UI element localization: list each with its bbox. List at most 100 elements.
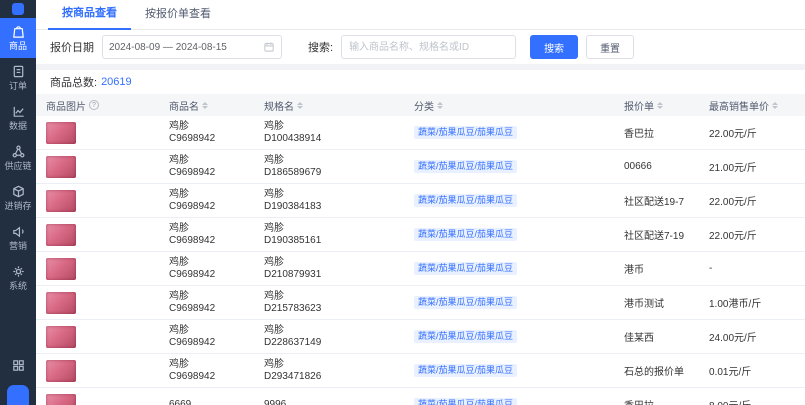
product-image[interactable] — [46, 121, 76, 144]
product-code: C9698942 — [169, 336, 216, 348]
max-price-cell: 22.00元/斤 — [709, 129, 757, 140]
quote-sheet-cell: 社区配送7-19 — [624, 231, 685, 242]
reset-button[interactable]: 重置 — [586, 35, 635, 59]
col-label: 规格名 — [264, 101, 294, 113]
product-code: C9698942 — [169, 370, 216, 382]
spec-name-cell: 鸡胗 D186589679 — [256, 155, 406, 179]
summary-bar: 商品总数: 20619 — [36, 70, 805, 94]
spec-name: 鸡胗 — [264, 256, 284, 268]
product-image[interactable] — [46, 155, 76, 178]
max-price-cell: 21.00元/斤 — [709, 163, 757, 174]
table-row[interactable]: 鸡胗 C9698942 鸡胗 D228637149 蔬菜/茄果瓜豆/茄果瓜豆 佳… — [36, 320, 805, 354]
table-row[interactable]: 鸡胗 C9698942 鸡胗 D215783623 蔬菜/茄果瓜豆/茄果瓜豆 港… — [36, 286, 805, 320]
max-price-cell: - — [709, 263, 713, 274]
product-code: C9698942 — [169, 234, 216, 246]
table-row[interactable]: 鸡胗 C9698942 鸡胗 D293471826 蔬菜/茄果瓜豆/茄果瓜豆 石… — [36, 354, 805, 388]
search-input[interactable] — [341, 35, 517, 59]
tab-by-quote[interactable]: 按报价单查看 — [131, 5, 225, 29]
sidebar-item-products[interactable]: 商品 — [0, 18, 36, 58]
sort-caret-icon[interactable] — [772, 101, 778, 109]
sidebar-item-supply-chain[interactable]: 供应链 — [0, 138, 36, 178]
date-range-input[interactable]: 2024-08-09 — 2024-08-15 — [102, 35, 282, 59]
product-image[interactable] — [46, 359, 76, 382]
product-name: 鸡胗 — [169, 256, 189, 268]
table-row[interactable]: 鸡胗 C9698942 鸡胗 D210879931 蔬菜/茄果瓜豆/茄果瓜豆 港… — [36, 252, 805, 286]
table-row[interactable]: 鸡胗 C9698942 鸡胗 D186589679 蔬菜/茄果瓜豆/茄果瓜豆 0… — [36, 150, 805, 184]
spec-name-cell: 鸡胗 D190384183 — [256, 189, 406, 213]
product-image-cell — [36, 257, 161, 280]
category-cell: 蔬菜/茄果瓜豆/茄果瓜豆 — [406, 194, 616, 207]
spec-name: 鸡胗 — [264, 188, 284, 200]
app-grid-icon — [11, 358, 26, 373]
search-label: 搜索: — [308, 42, 334, 54]
product-code: C9698942 — [169, 268, 216, 280]
app-root: 商品 订单 数据 供应链 进销存 营销 系统 按商品查看 按报价单查看 报价日期… — [0, 0, 805, 405]
floating-action-button[interactable] — [7, 385, 29, 405]
spec-name: 鸡胗 — [264, 222, 284, 234]
spec-name: 鸡胗 — [264, 358, 284, 370]
quote-sheet-cell: 社区配送19-7 — [624, 197, 685, 208]
col-label: 商品名 — [169, 101, 199, 113]
col-product-name: 商品名 — [161, 98, 256, 113]
product-image-cell — [36, 155, 161, 178]
sidebar-item-inventory[interactable]: 进销存 — [0, 178, 36, 218]
product-name: 6669 — [169, 398, 192, 405]
product-name-cell: 6669 — [161, 399, 256, 405]
sort-caret-icon[interactable] — [437, 101, 443, 109]
col-spec-name: 规格名 — [256, 98, 406, 113]
help-icon — [89, 100, 99, 110]
product-name: 鸡胗 — [169, 358, 189, 370]
col-product-image: 商品图片 — [36, 98, 161, 113]
sort-caret-icon[interactable] — [657, 101, 663, 109]
sidebar-item-app-center[interactable] — [0, 352, 36, 380]
product-code: C9698942 — [169, 166, 216, 178]
spec-name: 9996 — [264, 398, 287, 405]
max-price-cell: 24.00元/斤 — [709, 333, 757, 344]
category-tag: 蔬菜/茄果瓜豆/茄果瓜豆 — [414, 330, 518, 343]
product-image[interactable] — [46, 189, 76, 212]
sort-caret-icon[interactable] — [297, 101, 303, 109]
supply-chain-icon — [11, 144, 26, 159]
spec-name-cell: 9996 — [256, 399, 406, 405]
category-cell: 蔬菜/茄果瓜豆/茄果瓜豆 — [406, 262, 616, 275]
table-row[interactable]: 鸡胗 C9698942 鸡胗 D190384183 蔬菜/茄果瓜豆/茄果瓜豆 社… — [36, 184, 805, 218]
sidebar-item-orders[interactable]: 订单 — [0, 58, 36, 98]
sidebar-item-data[interactable]: 数据 — [0, 98, 36, 138]
max-price-cell: 22.00元/斤 — [709, 197, 757, 208]
product-image-cell — [36, 121, 161, 144]
spec-name-cell: 鸡胗 D228637149 — [256, 325, 406, 349]
category-tag: 蔬菜/茄果瓜豆/茄果瓜豆 — [414, 262, 518, 275]
product-image[interactable] — [46, 393, 76, 405]
logo-icon — [12, 3, 24, 15]
sidebar-item-label: 进销存 — [4, 201, 32, 211]
total-count: 20619 — [101, 76, 132, 88]
search-button[interactable]: 搜索 — [530, 35, 579, 59]
product-name: 鸡胗 — [169, 222, 189, 234]
table-header: 商品图片 商品名 规格名 分类 报价单 — [36, 94, 805, 116]
category-tag: 蔬菜/茄果瓜豆/茄果瓜豆 — [414, 296, 518, 309]
sidebar-item-marketing[interactable]: 营销 — [0, 218, 36, 258]
product-image[interactable] — [46, 325, 76, 348]
product-name: 鸡胗 — [169, 154, 189, 166]
col-label: 最高销售单价 — [709, 101, 769, 113]
col-label: 分类 — [414, 101, 434, 113]
sort-caret-icon[interactable] — [202, 101, 208, 109]
quote-sheet-cell: 香巴拉 — [624, 129, 654, 140]
product-image[interactable] — [46, 223, 76, 246]
col-quote-sheet: 报价单 — [616, 98, 701, 113]
max-price-cell: 8.00元/斤 — [701, 397, 805, 405]
calendar-icon — [264, 42, 274, 52]
category-tag: 蔬菜/茄果瓜豆/茄果瓜豆 — [414, 126, 518, 139]
inventory-icon — [11, 184, 26, 199]
category-tag: 蔬菜/茄果瓜豆/茄果瓜豆 — [414, 228, 518, 241]
spec-name: 鸡胗 — [264, 290, 284, 302]
table-row[interactable]: 鸡胗 C9698942 鸡胗 D100438914 蔬菜/茄果瓜豆/茄果瓜豆 香… — [36, 116, 805, 150]
main-content: 按商品查看 按报价单查看 报价日期 2024-08-09 — 2024-08-1… — [36, 0, 805, 405]
tab-by-product[interactable]: 按商品查看 — [48, 4, 131, 30]
table-row[interactable]: 鸡胗 C9698942 鸡胗 D190385161 蔬菜/茄果瓜豆/茄果瓜豆 社… — [36, 218, 805, 252]
category-cell: 蔬菜/茄果瓜豆/茄果瓜豆 — [406, 296, 616, 309]
product-image[interactable] — [46, 291, 76, 314]
sidebar-item-system[interactable]: 系统 — [0, 258, 36, 298]
product-image[interactable] — [46, 257, 76, 280]
table-row[interactable]: 6669 9996 蔬菜/茄果瓜豆/茄果瓜豆 香巴拉 8.00元/斤 — [36, 388, 805, 405]
